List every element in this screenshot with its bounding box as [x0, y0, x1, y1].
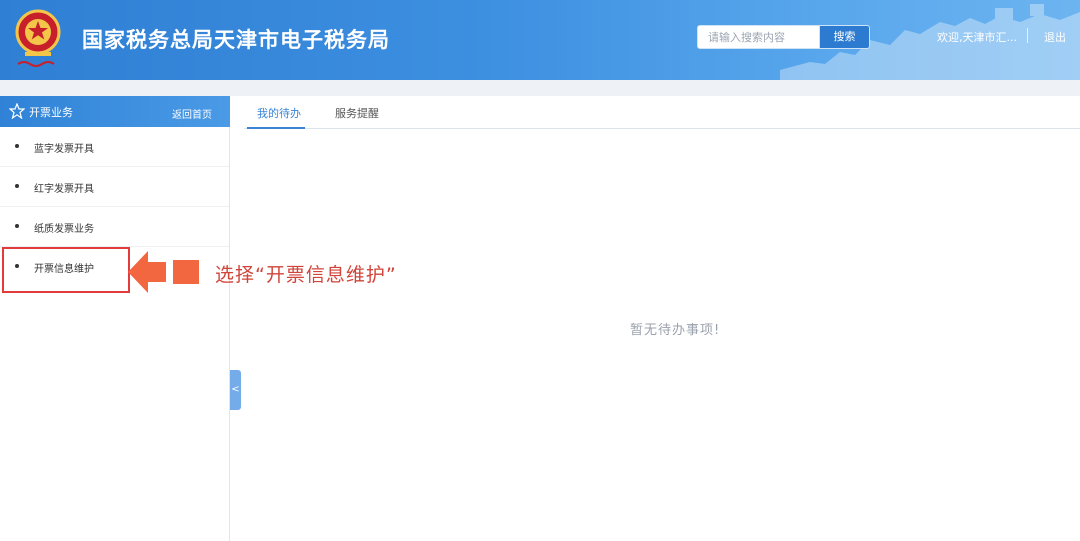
sidebar-collapse-button[interactable]: < — [230, 370, 241, 410]
annotation-arrow-icon — [128, 251, 199, 293]
bullet-icon — [15, 144, 19, 148]
tab-bar: 我的待办 服务提醒 — [244, 96, 1080, 129]
search-input[interactable] — [698, 26, 819, 48]
sidebar-item-paper-invoice[interactable]: 纸质发票业务 — [0, 207, 229, 247]
tab-my-todo[interactable]: 我的待办 — [257, 105, 301, 121]
search-box: 搜索 — [697, 25, 870, 49]
sidebar-item-red-invoice[interactable]: 红字发票开具 — [0, 167, 229, 207]
annotation-text: 选择“开票信息维护” — [215, 264, 397, 286]
bullet-icon — [15, 184, 19, 188]
tax-emblem-icon — [15, 9, 61, 67]
welcome-user[interactable]: 欢迎,天津市汇... — [937, 29, 1017, 45]
sidebar-item-blue-invoice[interactable]: 蓝字发票开具 — [0, 127, 229, 167]
main-panel: 我的待办 服务提醒 暂无待办事项! — [244, 96, 1080, 541]
sidebar-item-label: 开票信息维护 — [34, 264, 94, 275]
sidebar: 开票业务 返回首页 蓝字发票开具 红字发票开具 纸质发票业务 开票信息维护 — [0, 96, 230, 541]
sidebar-item-label: 红字发票开具 — [34, 184, 94, 195]
top-header: 国家税务总局天津市电子税务局 搜索 欢迎,天津市汇... 退出 — [0, 0, 1080, 80]
logout-link[interactable]: 退出 — [1044, 29, 1066, 45]
site-title: 国家税务总局天津市电子税务局 — [82, 28, 390, 52]
header-divider — [1027, 28, 1028, 43]
bullet-icon — [15, 264, 19, 268]
star-icon — [9, 103, 25, 119]
empty-state-message: 暂无待办事项! — [630, 323, 721, 338]
sidebar-section-title: 开票业务 — [29, 106, 73, 119]
back-home-link[interactable]: 返回首页 — [172, 106, 212, 121]
bullet-icon — [15, 224, 19, 228]
header-spacer — [0, 80, 1080, 96]
sidebar-item-label: 蓝字发票开具 — [34, 144, 94, 155]
sidebar-header: 开票业务 返回首页 — [0, 96, 230, 127]
sidebar-item-label: 纸质发票业务 — [34, 224, 94, 235]
tab-service-reminder[interactable]: 服务提醒 — [335, 105, 379, 121]
search-button[interactable]: 搜索 — [819, 26, 869, 48]
active-tab-indicator — [247, 127, 305, 129]
